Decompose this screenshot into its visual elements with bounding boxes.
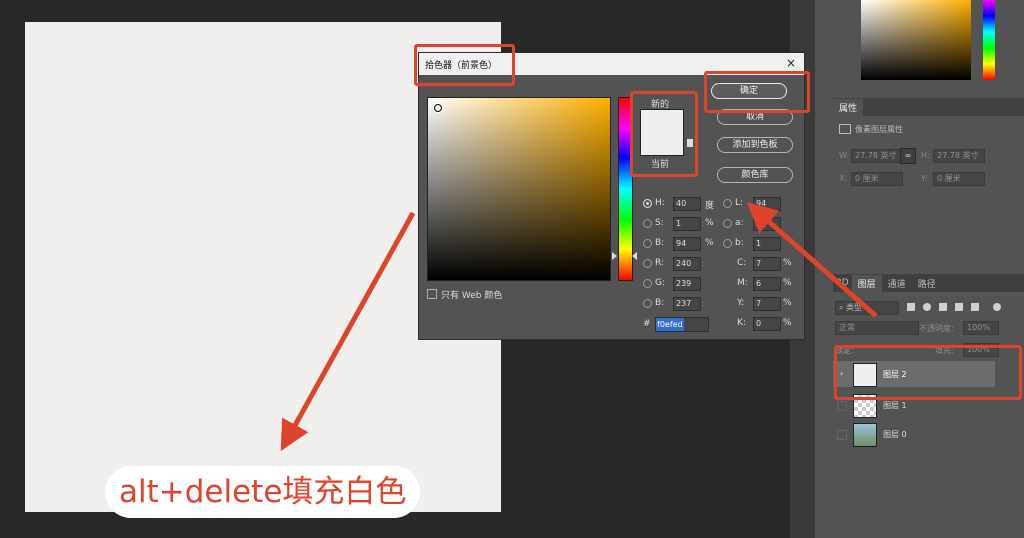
annotation-arrows xyxy=(280,202,878,452)
arrow-to-canvas xyxy=(280,211,416,452)
arrow-to-l-field xyxy=(746,202,878,318)
annotation-caption: alt+delete填充白色 xyxy=(105,466,421,518)
